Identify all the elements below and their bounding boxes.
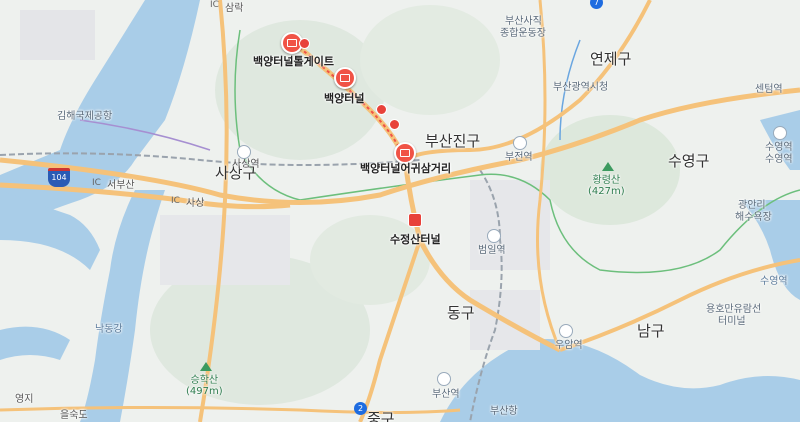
map-canvas[interactable]: 연제구 부산진구 사상구 수영구 동구 남구 중구 IC 삼락 부산사직 종합운…: [0, 0, 800, 422]
district-label: 남구: [637, 322, 665, 340]
ic-marker: IC: [92, 178, 101, 188]
district-label: 중구: [367, 410, 395, 422]
national-road-sign-icon: 2: [354, 402, 367, 415]
ic-marker: IC: [171, 196, 180, 206]
map-base: [0, 0, 800, 422]
place-label: 우암역: [555, 340, 583, 351]
route-waypoint-dot[interactable]: [376, 104, 387, 115]
place-label: 수영역: [765, 154, 793, 165]
place-label: 김해국제공항: [57, 111, 113, 122]
place-label: 사상: [186, 198, 205, 209]
place-label: 서부산: [107, 180, 135, 191]
ic-marker: IC: [210, 0, 219, 10]
mountain-icon: [602, 162, 614, 171]
water-label: 낙동강: [95, 324, 123, 335]
metro-station-icon[interactable]: [487, 229, 501, 243]
district-label: 수영구: [668, 152, 710, 170]
mountain-label: 황령산 (427m): [588, 175, 625, 197]
metro-station-icon[interactable]: [559, 324, 573, 338]
mountain-icon: [200, 362, 212, 371]
place-label: 부산광역시청: [553, 82, 609, 93]
mountain-label: 승학산 (497m): [186, 375, 223, 397]
place-label: 범일역: [478, 245, 506, 256]
district-label: 연제구: [590, 50, 632, 68]
place-label: 삼락: [225, 3, 244, 14]
building-icon[interactable]: [408, 213, 422, 227]
route-label-junction[interactable]: 백양터널어귀삼거리: [360, 160, 451, 176]
metro-station-icon[interactable]: [513, 136, 527, 150]
metro-station-icon[interactable]: [437, 372, 451, 386]
place-label: 터미널: [718, 316, 746, 327]
place-label: 센텀역: [755, 84, 783, 95]
route-label-tollgate[interactable]: 백양터널톨게이트: [253, 53, 334, 69]
place-label: 을숙도: [60, 410, 88, 421]
district-label: 부산진구: [425, 132, 481, 150]
route-label-tunnel[interactable]: 백양터널: [324, 90, 364, 106]
expressway-shield-icon: 104: [48, 168, 70, 187]
place-label: 부산역: [432, 389, 460, 400]
route-label-sujeongsan[interactable]: 수정산터널: [390, 231, 441, 247]
route-waypoint-dot[interactable]: [299, 38, 310, 49]
place-label: 부산항: [490, 406, 518, 417]
water-label: 수영역: [760, 276, 788, 287]
place-label: 부전역: [505, 152, 533, 163]
place-label: 영지: [15, 394, 34, 405]
place-label: 해수욕장: [735, 212, 772, 223]
route-marker-tunnel[interactable]: [334, 67, 356, 89]
route-waypoint-dot[interactable]: [389, 119, 400, 130]
metro-station-icon[interactable]: [237, 145, 251, 159]
place-label: 종합운동장: [500, 28, 546, 39]
district-label: 동구: [447, 304, 475, 322]
metro-station-icon[interactable]: [773, 126, 787, 140]
